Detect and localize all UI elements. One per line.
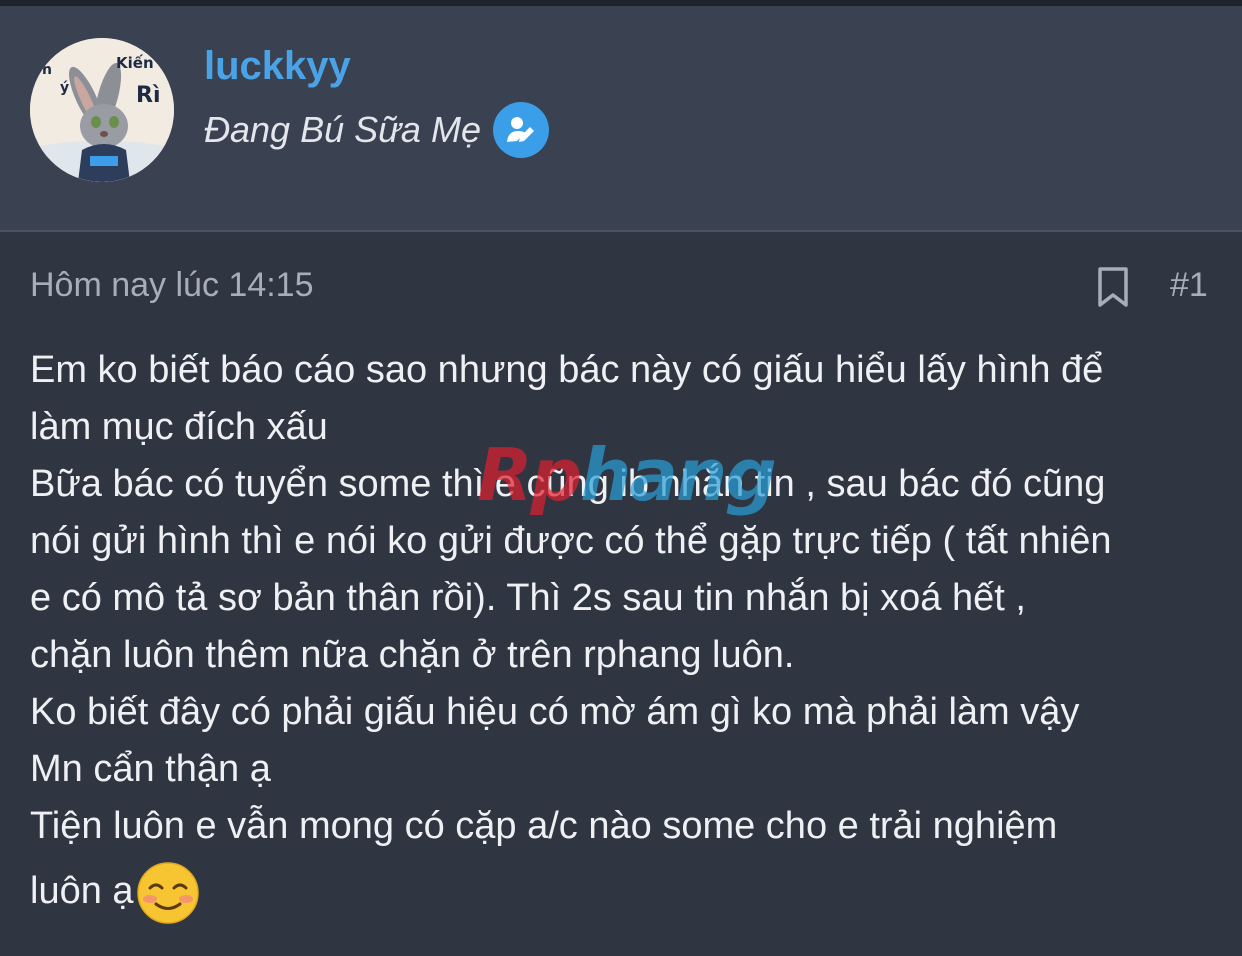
post-line: nói gửi hình thì e nói ko gửi được có th… bbox=[30, 520, 1112, 562]
post-number[interactable]: #1 bbox=[1170, 266, 1208, 305]
post-line: Tiện luôn e vẫn mong có cặp a/c nào some… bbox=[30, 805, 1058, 847]
post-line: e có mô tả sơ bản thân rồi). Thì 2s sau … bbox=[30, 577, 1026, 619]
post-line: Mn cẩn thận ạ bbox=[30, 748, 271, 790]
post-line: Em ko biết báo cáo sao nhưng bác này có … bbox=[30, 349, 1104, 391]
username[interactable]: luckkyy bbox=[204, 44, 351, 89]
post-body: Em ko biết báo cáo sao nhưng bác này có … bbox=[30, 342, 1220, 925]
avatar[interactable]: Kiến Rì n ý bbox=[30, 38, 174, 182]
post-line: Bữa bác có tuyển some thì e cũng ib nhắn… bbox=[30, 463, 1106, 505]
avatar-text-left: n bbox=[42, 62, 52, 78]
avatar-image: Kiến Rì n ý bbox=[30, 38, 174, 182]
bookmark-icon[interactable] bbox=[1096, 266, 1130, 308]
status-row: Đang Bú Sữa Mẹ bbox=[204, 100, 549, 160]
user-status: Đang Bú Sữa Mẹ bbox=[204, 109, 481, 150]
post-line: làm mục đích xấu bbox=[30, 406, 328, 448]
user-header: Kiến Rì n ý luckkyy Đang Bú Sữa Mẹ bbox=[0, 6, 1242, 232]
edit-status-button[interactable] bbox=[492, 102, 549, 158]
post-line: luôn ạ bbox=[30, 870, 134, 913]
smiling-face-emoji bbox=[136, 862, 199, 924]
avatar-text-side: Rì bbox=[136, 83, 160, 108]
avatar-text-top: Kiến bbox=[116, 53, 154, 72]
post-line: chặn luôn thêm nữa chặn ở trên rphang lu… bbox=[30, 634, 795, 676]
post-line: Ko biết đây có phải giấu hiệu có mờ ám g… bbox=[30, 691, 1080, 733]
edit-pen-icon bbox=[506, 117, 534, 142]
post-line-last: luôn ạ bbox=[30, 861, 1220, 925]
post-timestamp: Hôm nay lúc 14:15 bbox=[30, 266, 314, 304]
avatar-text-left2: ý bbox=[60, 80, 69, 96]
